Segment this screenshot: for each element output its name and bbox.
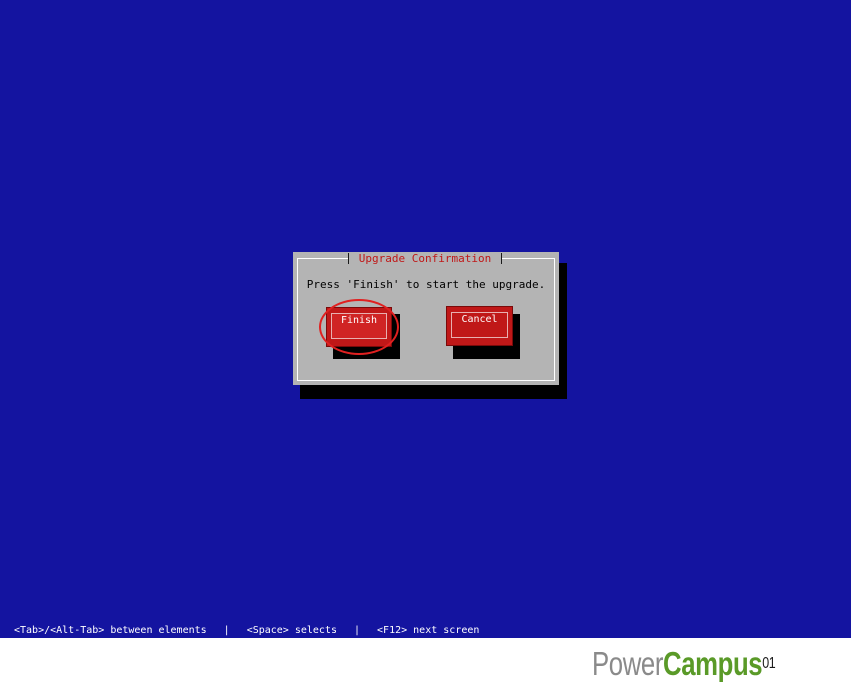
- status-hint-tab: <Tab>/<Alt-Tab> between elements: [14, 625, 207, 636]
- logo-power-text: Power: [592, 645, 664, 682]
- cancel-button-label: Cancel: [451, 312, 508, 338]
- highlight-circle-annotation: [319, 299, 399, 355]
- powercampus-logo: PowerCampus01: [592, 644, 776, 684]
- status-separator: |: [354, 625, 361, 636]
- dialog-message: Press 'Finish' to start the upgrade.: [306, 278, 546, 291]
- status-bar: <Tab>/<Alt-Tab> between elements | <Space>…: [0, 624, 851, 638]
- status-hint-f12: <F12> next screen: [377, 625, 480, 636]
- logo-campus-text: Campus: [663, 645, 763, 682]
- cancel-button[interactable]: Cancel: [446, 306, 513, 346]
- status-separator: |: [223, 625, 230, 636]
- logo-superscript: 01: [762, 655, 776, 672]
- installer-screen: Upgrade Confirmation Press 'Finish' to s…: [0, 0, 851, 638]
- dialog-title: Upgrade Confirmation: [348, 252, 502, 265]
- status-hint-space: <Space> selects: [246, 625, 337, 636]
